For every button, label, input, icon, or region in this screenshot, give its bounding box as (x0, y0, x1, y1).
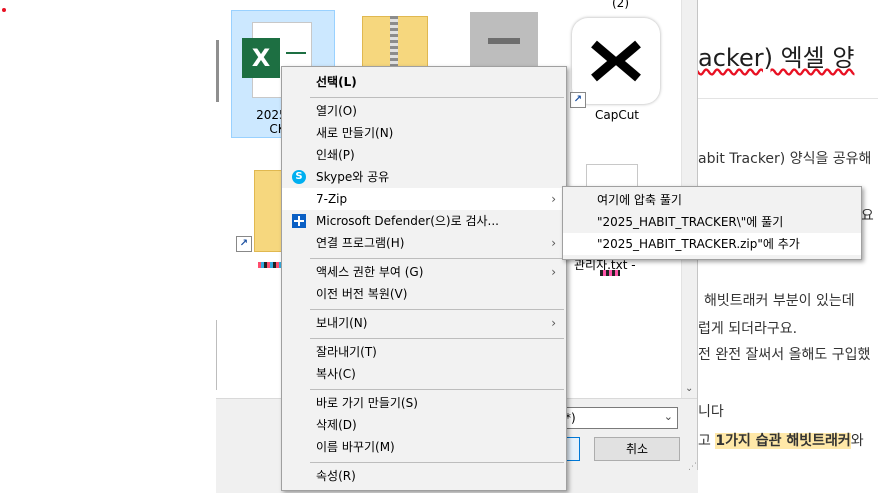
submenu-item-extract-here[interactable]: 여기에 압축 풀기 (563, 189, 861, 211)
doc-text-line: 니다 (698, 404, 724, 420)
menu-item-skype-share[interactable]: S Skype와 공유 (282, 166, 566, 188)
red-marker (2, 8, 6, 12)
menu-item-copy[interactable]: 복사(C) (282, 363, 566, 385)
scroll-down-icon[interactable]: ⌄ (685, 383, 693, 394)
menu-item-create-shortcut[interactable]: 바로 가기 만들기(S) (282, 392, 566, 414)
menu-item-send-to[interactable]: 보내기(N) › (282, 312, 566, 334)
7zip-submenu: 여기에 압축 풀기 "2025_HABIT_TRACKER\"에 풀기 "202… (562, 186, 862, 260)
highlighted-text: 1가지 습관 해빗트래커 (715, 433, 851, 449)
menu-item-properties[interactable]: 속성(R) (282, 465, 566, 487)
doc-text-line: 전 완전 잘써서 올해도 구입했 (698, 347, 871, 363)
menu-item-restore-versions[interactable]: 이전 버전 복원(V) (282, 283, 566, 305)
menu-separator (310, 338, 564, 339)
dialog-pane-divider[interactable] (216, 40, 219, 102)
label-artifact (600, 270, 620, 276)
doc-text-line: abit Tracker) 양식을 공유해 (698, 151, 872, 167)
capcut-logo-icon (591, 40, 641, 82)
menu-item-delete[interactable]: 삭제(D) (282, 414, 566, 436)
menu-item-7zip[interactable]: 7-Zip › (282, 188, 566, 210)
dialog-pane-divider-lower (216, 320, 217, 390)
label-artifact (258, 262, 282, 268)
doc-text-line: 해빗트래커 부분이 있는데 (704, 293, 855, 309)
zip-zipper-icon (390, 16, 398, 68)
menu-separator (310, 462, 564, 463)
chevron-right-icon: › (551, 316, 556, 330)
submenu-item-add-to-zip[interactable]: "2025_HABIT_TRACKER.zip"에 추가 (563, 233, 861, 255)
menu-item-defender-scan[interactable]: Microsoft Defender(으)로 검사... (282, 210, 566, 232)
context-menu: 선택(L) 열기(O) 새로 만들기(N) 인쇄(P) S Skype와 공유 … (281, 66, 567, 491)
capcut-label: CapCut (594, 108, 640, 122)
chevron-right-icon: › (551, 236, 556, 250)
submenu-item-extract-to-folder[interactable]: "2025_HABIT_TRACKER\"에 풀기 (563, 211, 861, 233)
defender-shield-icon (292, 214, 306, 228)
menu-item-rename[interactable]: 이름 바꾸기(M) (282, 436, 566, 458)
menu-item-open-with[interactable]: 연결 프로그램(H) › (282, 232, 566, 254)
menu-item-select[interactable]: 선택(L) (282, 71, 566, 93)
menu-separator (310, 389, 564, 390)
title-divider (698, 98, 878, 99)
file-thumbnail[interactable] (470, 12, 538, 68)
chevron-right-icon: › (551, 192, 556, 206)
skype-icon: S (292, 170, 306, 184)
menu-item-new[interactable]: 새로 만들기(N) (282, 122, 566, 144)
shortcut-arrow-icon: ↗ (236, 236, 252, 252)
doc-text-line: 고 1가지 습관 해빗트래커와 (698, 433, 864, 449)
chevron-down-icon: ⌄ (663, 410, 673, 423)
shortcut-arrow-icon: ↗ (570, 92, 586, 108)
menu-separator (310, 97, 564, 98)
document-title: acker) 엑셀 양 (698, 44, 855, 72)
menu-item-cut[interactable]: 잘라내기(T) (282, 341, 566, 363)
menu-separator (310, 309, 564, 310)
menu-separator (310, 258, 564, 259)
cancel-button[interactable]: 취소 (594, 437, 680, 461)
menu-item-print[interactable]: 인쇄(P) (282, 144, 566, 166)
menu-item-give-access[interactable]: 액세스 권한 부여 (G) › (282, 261, 566, 283)
partial-file-label: (2) (612, 0, 629, 10)
excel-icon: X (242, 38, 280, 78)
chevron-right-icon: › (551, 265, 556, 279)
doc-text-line: 럽게 되더라구요. (698, 321, 798, 337)
file-type-select[interactable]: *) ⌄ (560, 407, 678, 429)
menu-item-open[interactable]: 열기(O) (282, 100, 566, 122)
